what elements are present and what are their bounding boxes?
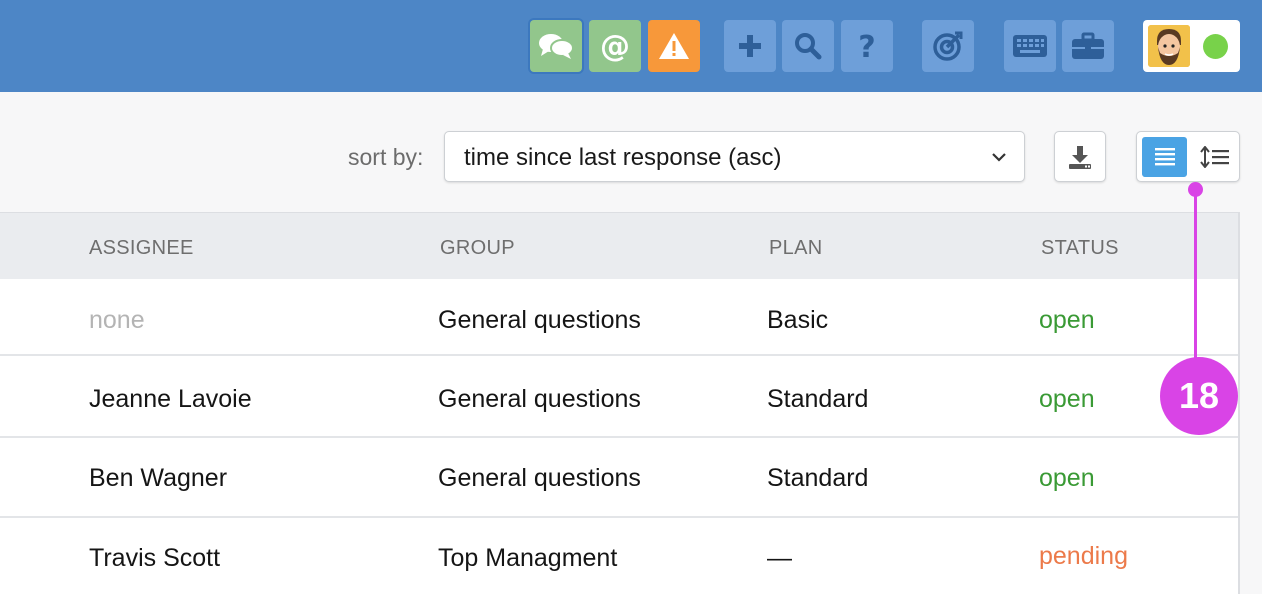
chat-button[interactable] — [530, 20, 582, 72]
callout-number-badge: 18 — [1160, 357, 1238, 435]
search-icon — [795, 33, 822, 60]
callout-line — [1194, 188, 1197, 363]
top-bar: @ ? — [0, 0, 1262, 92]
goals-button[interactable] — [922, 20, 974, 72]
help-button[interactable]: ? — [841, 20, 893, 72]
conversations-table: ASSIGNEE GROUP PLAN STATUS none General … — [0, 212, 1240, 594]
warning-icon — [659, 33, 689, 59]
sort-select[interactable]: time since last response (asc) — [444, 131, 1025, 182]
alerts-button[interactable] — [648, 20, 700, 72]
workspace-button[interactable] — [1062, 20, 1114, 72]
status-cell: open — [1039, 306, 1095, 334]
avatar — [1148, 25, 1190, 67]
target-icon — [933, 31, 963, 61]
plan-cell: Basic — [767, 306, 829, 334]
column-header-status[interactable]: STATUS — [1041, 237, 1119, 260]
table-row[interactable]: Jeanne Lavoie General questions Standard… — [0, 356, 1238, 438]
table-row[interactable]: Travis Scott Top Managment — pending — [0, 518, 1238, 594]
svg-text:?: ? — [858, 31, 875, 61]
keyboard-icon — [1013, 35, 1047, 57]
table-row[interactable]: Ben Wagner General questions Standard op… — [0, 438, 1238, 518]
chat-icon — [539, 34, 574, 59]
briefcase-icon — [1072, 32, 1104, 59]
mentions-button[interactable]: @ — [589, 20, 641, 72]
assignee-cell: Jeanne Lavoie — [89, 385, 252, 413]
view-mode-toggle — [1136, 131, 1240, 182]
avatar-icon — [1148, 25, 1190, 67]
table-row[interactable]: none General questions Basic open — [0, 279, 1238, 356]
add-button[interactable] — [724, 20, 776, 72]
plan-cell: Standard — [767, 385, 869, 413]
plan-cell: — — [767, 544, 792, 572]
plan-cell: Standard — [767, 464, 869, 492]
group-cell: Top Managment — [438, 544, 618, 572]
shortcuts-button[interactable] — [1004, 20, 1056, 72]
callout-anchor-dot — [1188, 182, 1203, 197]
sort-label: sort by: — [348, 144, 424, 170]
search-button[interactable] — [782, 20, 834, 72]
help-icon: ? — [858, 31, 875, 61]
group-cell: General questions — [438, 464, 641, 492]
column-header-plan[interactable]: PLAN — [769, 237, 822, 260]
at-sign-icon: @ — [600, 30, 630, 62]
assignee-cell: none — [89, 306, 145, 334]
online-status-indicator — [1203, 34, 1228, 59]
sort-selected-value: time since last response (asc) — [464, 144, 782, 171]
assignee-cell: Ben Wagner — [89, 464, 228, 492]
group-cell: General questions — [438, 385, 641, 413]
status-cell: open — [1039, 385, 1095, 413]
plus-icon — [739, 35, 761, 57]
chevron-down-icon — [992, 153, 1006, 162]
list-view-icon — [1154, 148, 1175, 166]
svg-text:@: @ — [600, 30, 630, 62]
compact-view-icon — [1199, 146, 1229, 168]
status-cell: open — [1039, 464, 1095, 492]
download-icon — [1069, 145, 1091, 169]
compact-view-button[interactable] — [1192, 137, 1237, 177]
profile-menu[interactable] — [1143, 20, 1240, 72]
column-header-assignee[interactable]: ASSIGNEE — [89, 237, 194, 260]
column-header-group[interactable]: GROUP — [440, 237, 515, 260]
group-cell: General questions — [438, 306, 641, 334]
list-view-button[interactable] — [1142, 137, 1187, 177]
export-button[interactable] — [1054, 131, 1106, 182]
assignee-cell: Travis Scott — [89, 544, 221, 572]
status-cell: pending — [1039, 542, 1128, 570]
table-header: ASSIGNEE GROUP PLAN STATUS — [0, 212, 1238, 279]
